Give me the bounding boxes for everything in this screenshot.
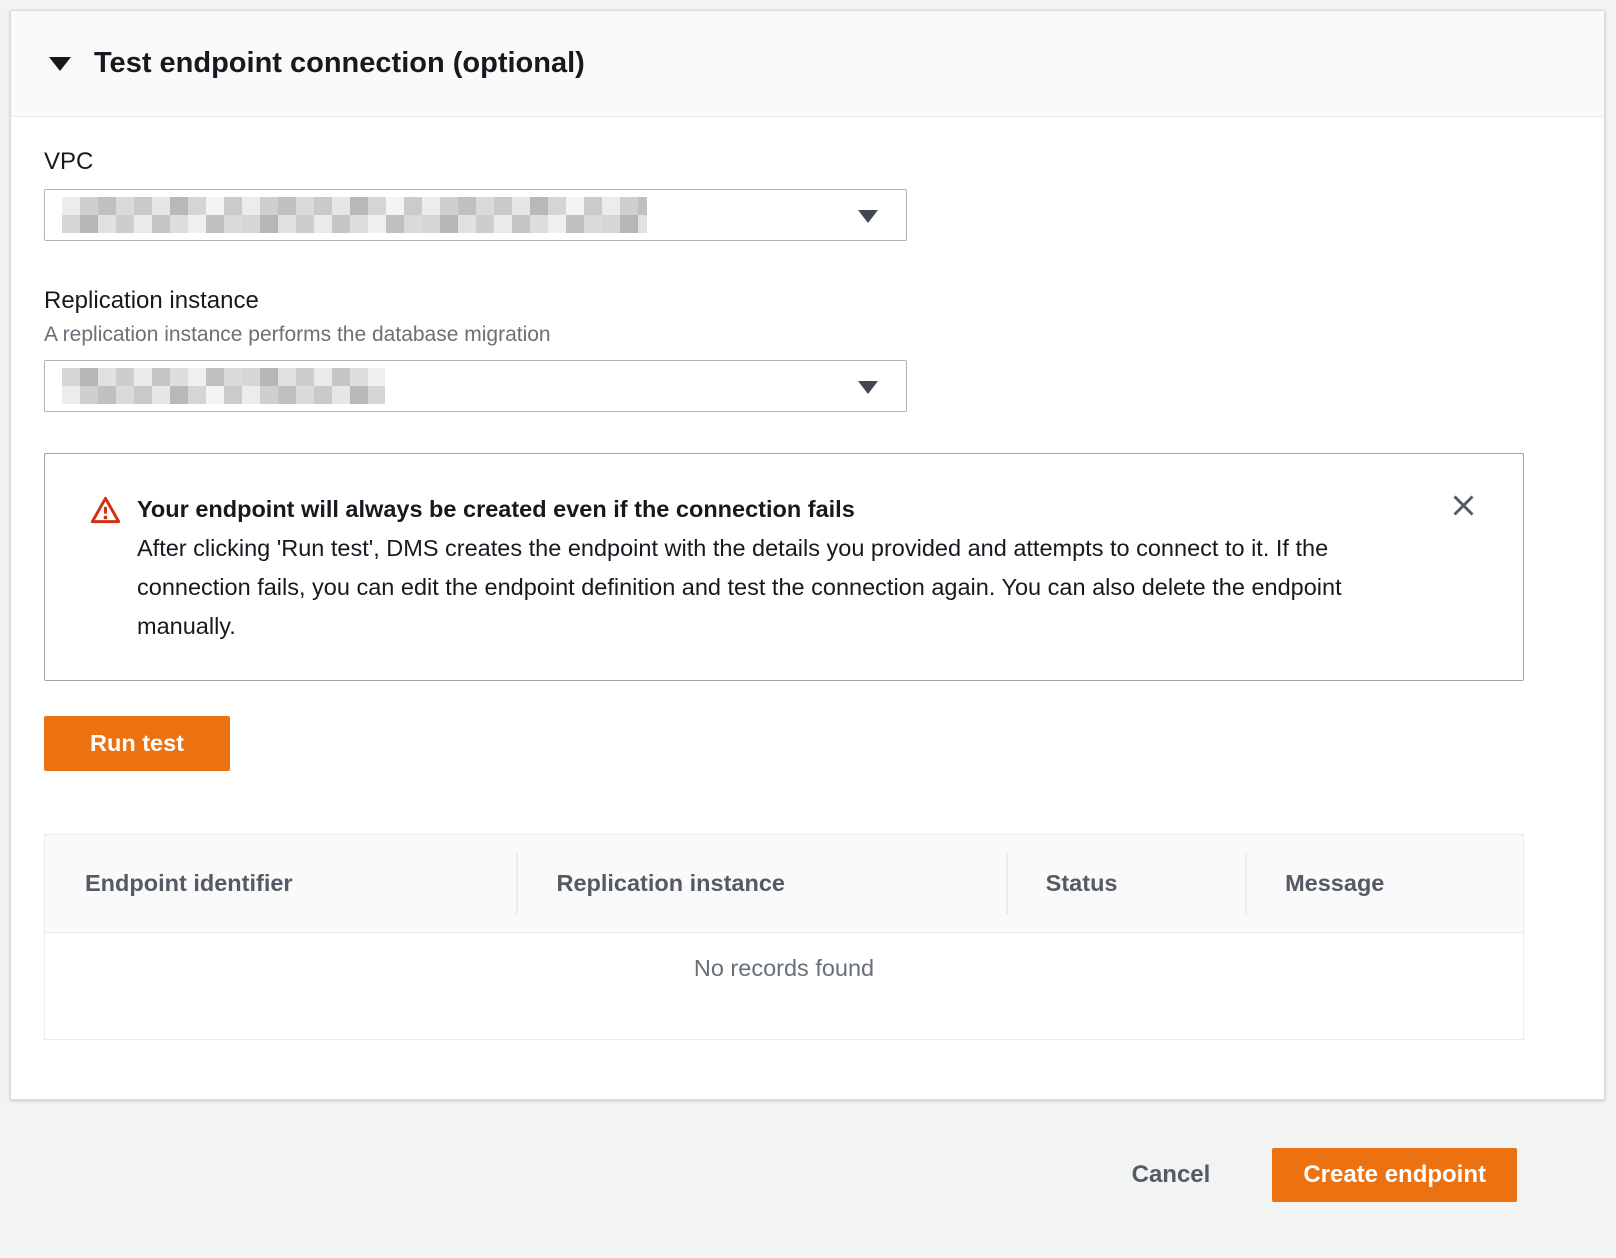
replication-instance-label: Replication instance <box>44 287 1571 315</box>
warning-alert: Your endpoint will always be created eve… <box>44 453 1524 681</box>
warning-text: Your endpoint will always be created eve… <box>137 490 1478 646</box>
cancel-button[interactable]: Cancel <box>1132 1161 1211 1189</box>
vpc-label: VPC <box>44 148 1571 176</box>
warning-title: Your endpoint will always be created eve… <box>137 490 1418 529</box>
section-title: Test endpoint connection (optional) <box>94 47 585 80</box>
column-header-endpoint-identifier: Endpoint identifier <box>45 835 516 932</box>
replication-instance-select[interactable] <box>44 360 907 412</box>
footer-actions: Cancel Create endpoint <box>1132 1148 1517 1202</box>
column-header-replication-instance: Replication instance <box>516 835 1005 932</box>
column-header-message: Message <box>1245 835 1523 932</box>
create-endpoint-button[interactable]: Create endpoint <box>1272 1148 1517 1202</box>
column-header-status: Status <box>1006 835 1245 932</box>
close-icon[interactable] <box>1446 488 1481 523</box>
replication-instance-description: A replication instance performs the data… <box>44 323 1571 347</box>
vpc-field: VPC <box>44 148 1571 241</box>
warning-body: After clicking 'Run test', DMS creates t… <box>137 529 1418 646</box>
collapse-triangle-icon <box>49 57 71 71</box>
section-body: VPC Replication instance A replication i… <box>11 148 1604 1040</box>
replication-instance-redacted-value <box>62 368 385 404</box>
chevron-down-icon <box>858 381 878 394</box>
table-header-row: Endpoint identifier Replication instance… <box>45 835 1523 933</box>
run-test-button[interactable]: Run test <box>44 716 230 771</box>
section-header-toggle[interactable]: Test endpoint connection (optional) <box>11 11 1604 117</box>
test-results-table: Endpoint identifier Replication instance… <box>44 834 1524 1040</box>
page: Test endpoint connection (optional) VPC … <box>0 0 1616 1258</box>
warning-triangle-icon <box>90 495 121 646</box>
table-body: No records found <box>45 933 1523 1039</box>
test-endpoint-section: Test endpoint connection (optional) VPC … <box>10 10 1605 1100</box>
replication-instance-field: Replication instance A replication insta… <box>44 287 1571 412</box>
chevron-down-icon <box>858 210 878 223</box>
vpc-redacted-value <box>62 197 647 233</box>
empty-state-message: No records found <box>45 933 1523 982</box>
vpc-select[interactable] <box>44 189 907 241</box>
